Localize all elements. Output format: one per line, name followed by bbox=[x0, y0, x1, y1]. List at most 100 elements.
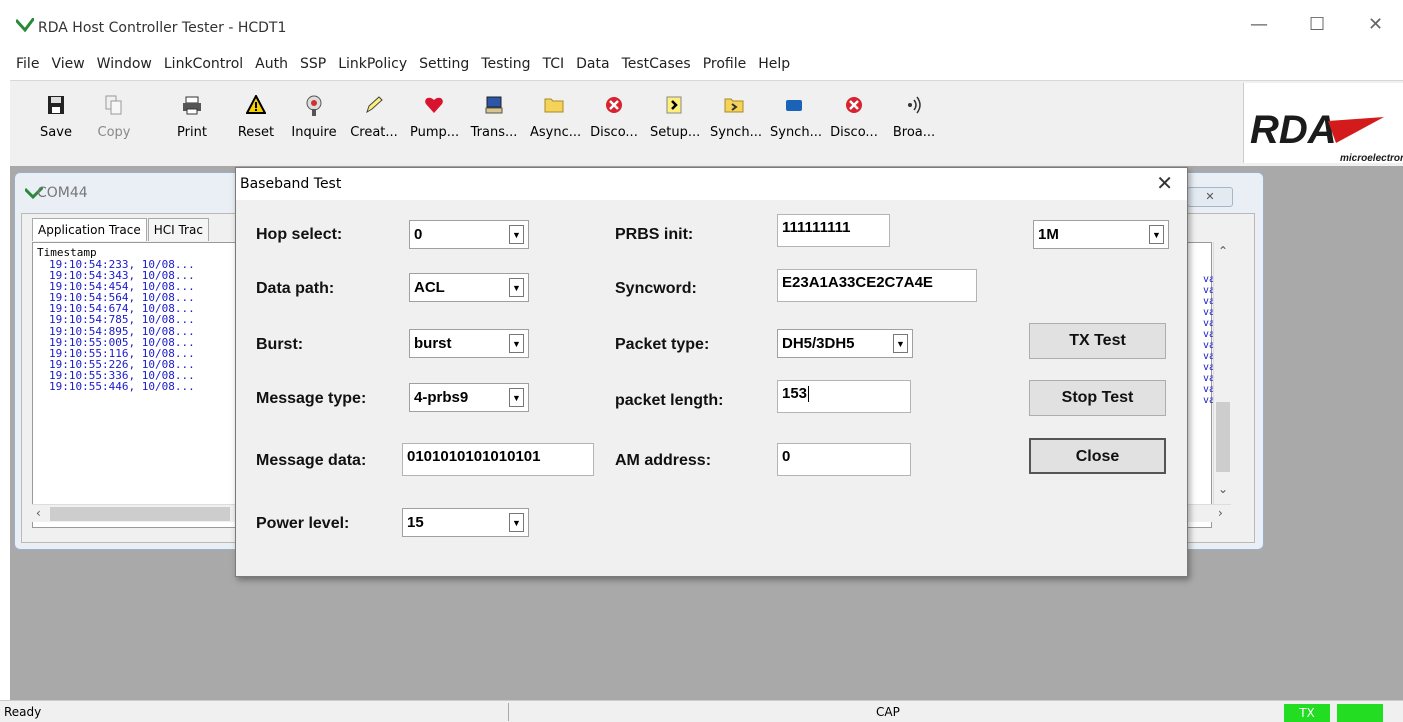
message-type-label: Message type: bbox=[256, 390, 367, 407]
synch-folder-button[interactable]: Synch... bbox=[710, 95, 762, 140]
chevron-down-icon[interactable]: ▼ bbox=[509, 334, 524, 353]
tx-test-button[interactable]: TX Test bbox=[1029, 323, 1166, 359]
status-ready: Ready bbox=[4, 705, 42, 719]
burst-combo[interactable]: burst ▼ bbox=[409, 329, 529, 358]
tab-hci-trace[interactable]: HCI Trac bbox=[147, 218, 209, 241]
disconnect-icon bbox=[844, 95, 864, 119]
copy-button[interactable]: Copy bbox=[90, 95, 138, 140]
disconnect-2-button[interactable]: Disco... bbox=[830, 95, 878, 140]
menu-help[interactable]: Help bbox=[758, 56, 790, 78]
title-bar: RDA Host Controller Tester - HCDT1 — ☐ ✕ bbox=[0, 0, 1403, 56]
menu-linkcontrol[interactable]: LinkControl bbox=[164, 56, 243, 78]
rda-logo: RDA microelectronics bbox=[1243, 83, 1403, 164]
synch-link-button[interactable]: Synch... bbox=[770, 95, 822, 140]
packet-type-label: Packet type: bbox=[615, 336, 710, 353]
chevron-down-icon[interactable]: ▼ bbox=[509, 513, 524, 532]
heart-icon bbox=[424, 95, 444, 119]
dialog-title-bar: Baseband Test ✕ bbox=[236, 168, 1187, 200]
chevron-down-icon[interactable]: ▼ bbox=[1149, 225, 1164, 244]
sync-folder-icon bbox=[724, 95, 744, 119]
am-address-label: AM address: bbox=[615, 452, 712, 469]
message-data-input[interactable]: 0101010101010101 bbox=[402, 443, 594, 476]
power-level-label: Power level: bbox=[256, 515, 350, 532]
menu-bar: File View Window LinkControl Auth SSP Li… bbox=[16, 56, 790, 78]
menu-auth[interactable]: Auth bbox=[255, 56, 288, 78]
pump-button[interactable]: Pump... bbox=[410, 95, 459, 140]
disconnect-icon bbox=[604, 95, 624, 119]
computer-icon bbox=[484, 95, 504, 119]
prbs-init-input[interactable]: 111111111 bbox=[777, 214, 890, 247]
menu-linkpolicy[interactable]: LinkPolicy bbox=[338, 56, 407, 78]
minimize-button[interactable]: — bbox=[1250, 14, 1268, 35]
menu-testing[interactable]: Testing bbox=[481, 56, 530, 78]
scroll-left-icon[interactable]: ‹ bbox=[36, 506, 41, 520]
tab-application-trace[interactable]: Application Trace bbox=[32, 218, 147, 241]
menu-tci[interactable]: TCI bbox=[543, 56, 565, 78]
disconnect-button[interactable]: Disco... bbox=[590, 95, 638, 140]
warning-icon bbox=[245, 93, 267, 119]
broadcast-icon bbox=[904, 95, 924, 119]
maximize-button[interactable]: ☐ bbox=[1309, 14, 1325, 35]
menu-file[interactable]: File bbox=[16, 56, 39, 78]
print-button[interactable]: Print bbox=[168, 95, 216, 140]
trace-vertical-scrollbar[interactable]: ⌃ ⌄ bbox=[1213, 242, 1231, 504]
reset-button[interactable]: Reset bbox=[232, 93, 280, 140]
packet-type-combo[interactable]: DH5/3DH5 ▼ bbox=[777, 329, 913, 358]
menu-testcases[interactable]: TestCases bbox=[622, 56, 691, 78]
menu-window[interactable]: Window bbox=[97, 56, 152, 78]
trace-row[interactable]: 19:10:54:785, 10/08... bbox=[49, 314, 195, 325]
trace-row[interactable]: 19:10:54:895, 10/08... bbox=[49, 325, 195, 336]
status-bar: Ready CAP TX bbox=[0, 700, 1403, 722]
scroll-up-icon[interactable]: ⌃ bbox=[1218, 244, 1228, 258]
data-path-combo[interactable]: ACL ▼ bbox=[409, 273, 529, 302]
sync-link-icon bbox=[784, 95, 804, 119]
data-path-label: Data path: bbox=[256, 280, 335, 297]
hscroll-thumb[interactable] bbox=[50, 507, 230, 521]
app-logo-icon bbox=[14, 17, 36, 36]
create-connection-button[interactable]: Creat... bbox=[350, 95, 398, 140]
com44-close-button[interactable]: ✕ bbox=[1187, 187, 1233, 207]
status-rx-indicator bbox=[1337, 704, 1383, 722]
inquire-button[interactable]: Inquire bbox=[290, 95, 338, 140]
scroll-down-icon[interactable]: ⌄ bbox=[1218, 482, 1228, 496]
menu-ssp[interactable]: SSP bbox=[300, 56, 326, 78]
rate-combo[interactable]: 1M ▼ bbox=[1033, 220, 1169, 249]
menu-setting[interactable]: Setting bbox=[419, 56, 469, 78]
syncword-label: Syncword: bbox=[615, 280, 697, 297]
menu-view[interactable]: View bbox=[51, 56, 84, 78]
menu-profile[interactable]: Profile bbox=[703, 56, 747, 78]
transfer-button[interactable]: Trans... bbox=[470, 95, 518, 140]
chevron-down-icon[interactable]: ▼ bbox=[509, 225, 524, 244]
pencil-icon bbox=[364, 95, 384, 119]
save-button[interactable]: Save bbox=[32, 95, 80, 140]
setup-button[interactable]: Setup... bbox=[650, 95, 700, 140]
chevron-down-icon[interactable]: ▼ bbox=[509, 388, 524, 407]
am-address-input[interactable]: 0 bbox=[777, 443, 911, 476]
chevron-down-icon[interactable]: ▼ bbox=[893, 334, 908, 353]
power-level-combo[interactable]: 15 ▼ bbox=[402, 508, 529, 537]
burst-label: Burst: bbox=[256, 336, 304, 353]
async-button[interactable]: Async... bbox=[530, 95, 581, 140]
scroll-right-icon[interactable]: › bbox=[1218, 506, 1223, 520]
packet-length-input[interactable]: 153 bbox=[777, 380, 911, 413]
close-dialog-button[interactable]: Close bbox=[1029, 438, 1166, 474]
hop-select-label: Hop select: bbox=[256, 226, 343, 243]
status-cap: CAP bbox=[876, 705, 900, 719]
menu-data[interactable]: Data bbox=[576, 56, 609, 78]
broadcast-button[interactable]: Broa... bbox=[890, 95, 938, 140]
hop-select-combo[interactable]: 0 ▼ bbox=[409, 220, 529, 249]
chevron-down-icon[interactable]: ▼ bbox=[509, 278, 524, 297]
folder-icon bbox=[544, 95, 564, 119]
floppy-icon bbox=[46, 95, 66, 119]
message-type-combo[interactable]: 4-prbs9 ▼ bbox=[409, 383, 529, 412]
toolbar: Save Copy Print Reset Inquire Creat... P… bbox=[10, 80, 1403, 166]
stop-test-button[interactable]: Stop Test bbox=[1029, 380, 1166, 416]
status-tx-indicator: TX bbox=[1284, 704, 1330, 722]
scroll-thumb[interactable] bbox=[1216, 402, 1230, 472]
trace-row[interactable]: 19:10:55:446, 10/08... bbox=[49, 381, 195, 392]
syncword-input[interactable]: E23A1A33CE2C7A4E bbox=[777, 269, 977, 302]
close-button[interactable]: ✕ bbox=[1368, 14, 1383, 35]
dialog-close-icon[interactable]: ✕ bbox=[1156, 172, 1173, 194]
dialog-title: Baseband Test bbox=[240, 176, 342, 192]
satellite-icon bbox=[304, 95, 324, 119]
